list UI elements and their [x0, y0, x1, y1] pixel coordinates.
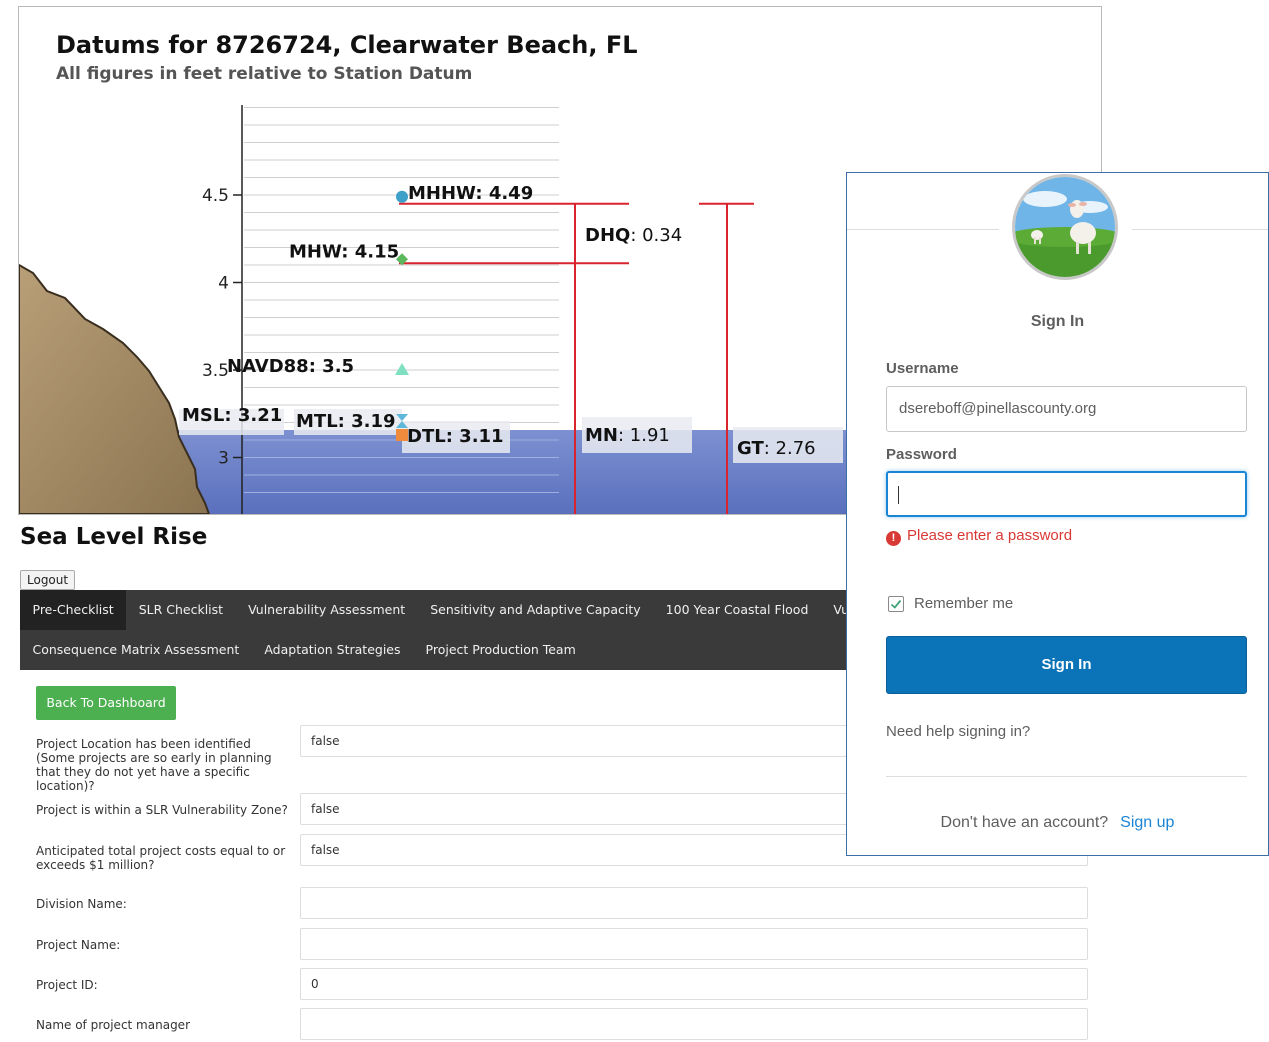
form-row: Project Name:: [20, 928, 1090, 962]
range-name: MN: [585, 425, 618, 446]
range-value: : 0.34: [630, 225, 682, 246]
help-signing-in-link[interactable]: Need help signing in?: [886, 723, 1030, 740]
dhq-label: DHQ: 0.34: [585, 225, 682, 246]
nav-tab[interactable]: Sensitivity and Adaptive Capacity: [418, 590, 653, 630]
nav-tab[interactable]: SLR Checklist: [126, 590, 235, 630]
gt-label: GT: 2.76: [737, 438, 816, 459]
datum-value: 4.15: [355, 241, 399, 262]
error-icon: !: [886, 531, 901, 546]
header-divider: [1132, 229, 1268, 230]
field-label: Project ID:: [36, 978, 98, 992]
datum-name: MSL: [182, 405, 224, 426]
sign-in-heading: Sign In: [1030, 313, 1085, 330]
field-input[interactable]: [300, 887, 1088, 919]
sign-in-dialog: Sign In Username dsereboff@pinellascount…: [846, 172, 1269, 856]
back-to-dashboard-button[interactable]: Back To Dashboard: [36, 686, 176, 720]
range-value: : 1.91: [618, 425, 670, 446]
nav-tab[interactable]: Consequence Matrix Assessment: [20, 630, 252, 670]
datum-value: 4.49: [489, 183, 533, 204]
header-divider: [847, 229, 999, 230]
nav-tab[interactable]: Project Production Team: [413, 630, 588, 670]
msl-label: MSL: 3.21: [182, 405, 282, 426]
y-tick-label: 4: [218, 274, 229, 294]
lamb-image-icon: [1015, 177, 1115, 277]
mn-label: MN: 1.91: [585, 425, 670, 446]
app-title: Sea Level Rise: [20, 524, 208, 550]
mtl-label: MTL: 3.19: [296, 411, 396, 432]
nav-tab[interactable]: 100 Year Coastal Flood: [653, 590, 821, 630]
datum-name: NAVD88: [227, 356, 309, 377]
field-input[interactable]: [300, 928, 1088, 960]
field-label: Name of project manager: [36, 1018, 190, 1032]
no-account-text: Don't have an account?: [940, 814, 1109, 831]
nav-tab[interactable]: Adaptation Strategies: [252, 630, 413, 670]
dtl-label: DTL: 3.11: [407, 426, 504, 447]
datum-name: MTL: [296, 411, 338, 432]
text-caret: [898, 486, 899, 504]
navd88-marker: [395, 363, 409, 375]
remember-me-checkbox[interactable]: [888, 596, 904, 612]
field-input[interactable]: [300, 1008, 1088, 1040]
y-tick-label: 3: [218, 449, 229, 469]
datum-name: MHHW: [408, 183, 476, 204]
signup-row: Don't have an account? Sign up: [847, 814, 1268, 832]
field-label: Project Location has been identified (So…: [36, 737, 272, 793]
mhhw-marker: [396, 190, 408, 203]
password-error-text: Please enter a password: [907, 527, 1073, 544]
range-name: GT: [737, 438, 764, 459]
field-input[interactable]: 0: [300, 968, 1088, 1000]
logout-button[interactable]: Logout: [20, 570, 76, 590]
username-input[interactable]: dsereboff@pinellascounty.org: [886, 386, 1247, 432]
range-value: : 2.76: [764, 438, 816, 459]
form-row: Name of project manager: [20, 1008, 1090, 1042]
chart-subtitle: All figures in feet relative to Station …: [56, 64, 473, 84]
field-label: Division Name:: [36, 897, 127, 911]
org-logo-avatar: [1012, 174, 1118, 280]
field-label: Project Name:: [36, 938, 121, 952]
checkmark-icon: [890, 599, 902, 609]
datum-value: 3.11: [459, 426, 503, 447]
form-row: Project ID: 0: [20, 968, 1090, 1002]
password-label: Password: [886, 446, 957, 463]
y-tick-label: 4.5: [202, 186, 229, 206]
shore-land: [19, 263, 211, 514]
form-row: Division Name:: [20, 887, 1090, 921]
datum-value: 3.19: [351, 411, 395, 432]
datum-name: MHW: [289, 241, 342, 262]
divider: [886, 776, 1247, 777]
nav-tab[interactable]: Pre-Checklist: [20, 590, 127, 630]
sign-up-link[interactable]: Sign up: [1120, 814, 1174, 831]
navd88-label: NAVD88: 3.5: [227, 356, 354, 377]
y-tick-label: 3.5: [202, 361, 229, 381]
remember-me-label[interactable]: Remember me: [914, 595, 1013, 612]
password-error: ! Please enter a password: [886, 527, 1072, 546]
range-name: DHQ: [585, 225, 630, 246]
sign-in-button[interactable]: Sign In: [886, 636, 1247, 694]
mhw-label: MHW: 4.15: [289, 241, 399, 262]
chart-title: Datums for 8726724, Clearwater Beach, FL: [56, 31, 638, 59]
nav-tab[interactable]: Vulnerability Assessment: [236, 590, 418, 630]
datum-value: 3.21: [238, 405, 282, 426]
mhhw-label: MHHW: 4.49: [408, 183, 533, 204]
password-input[interactable]: [886, 471, 1247, 517]
username-label: Username: [886, 360, 959, 377]
field-label: Anticipated total project costs equal to…: [36, 844, 286, 872]
nav-row-2: Consequence Matrix Assessment Adaptation …: [20, 630, 588, 670]
datum-name: DTL: [407, 426, 446, 447]
datum-value: 3.5: [322, 356, 354, 377]
field-label: Project is within a SLR Vulnerability Zo…: [36, 803, 288, 817]
